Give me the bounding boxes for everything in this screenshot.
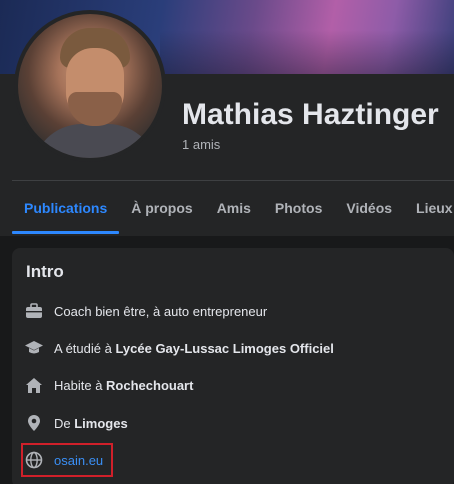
tab-videos[interactable]: Vidéos <box>334 182 404 234</box>
profile-name: Mathias Haztinger <box>182 98 439 131</box>
intro-card: Intro Coach bien être, à auto entreprene… <box>12 248 454 484</box>
intro-website: osain.eu <box>24 449 103 471</box>
header-divider <box>12 180 454 181</box>
location-pin-icon <box>24 413 44 433</box>
intro-education: A étudié à Lycée Gay-Lussac Limoges Offi… <box>24 337 334 359</box>
tab-about[interactable]: À propos <box>119 182 204 234</box>
tab-publications[interactable]: Publications <box>12 182 120 234</box>
globe-icon <box>24 450 44 470</box>
tab-friends[interactable]: Amis <box>205 182 263 234</box>
intro-education-prefix: A étudié à <box>54 340 116 356</box>
intro-hometown-place[interactable]: Limoges <box>74 416 127 431</box>
intro-hometown-prefix: De <box>54 415 75 431</box>
tab-places[interactable]: Lieux <box>404 182 454 234</box>
intro-work: Coach bien être, à auto entrepreneur <box>24 300 267 322</box>
intro-hometown: De Limoges <box>24 412 128 434</box>
cover-landscape <box>160 30 454 74</box>
avatar-shirt <box>32 124 158 158</box>
intro-home-place[interactable]: Rochechouart <box>106 378 193 393</box>
intro-home-prefix: Habite à <box>54 377 107 393</box>
profile-tabs: Publications À propos Amis Photos Vidéos… <box>12 182 454 234</box>
intro-home: Habite à Rochechouart <box>24 374 193 396</box>
avatar-beard <box>68 92 122 126</box>
tab-photos[interactable]: Photos <box>263 182 334 234</box>
briefcase-icon <box>24 301 44 321</box>
avatar[interactable] <box>14 10 166 162</box>
intro-education-place[interactable]: Lycée Gay-Lussac Limoges Officiel <box>115 341 333 356</box>
graduation-cap-icon <box>24 338 44 358</box>
intro-work-text: Coach bien être, à auto entrepreneur <box>54 303 268 319</box>
intro-title: Intro <box>26 262 64 281</box>
friends-count[interactable]: 1 amis <box>182 137 220 152</box>
website-link[interactable]: osain.eu <box>54 453 103 468</box>
house-icon <box>24 375 44 395</box>
